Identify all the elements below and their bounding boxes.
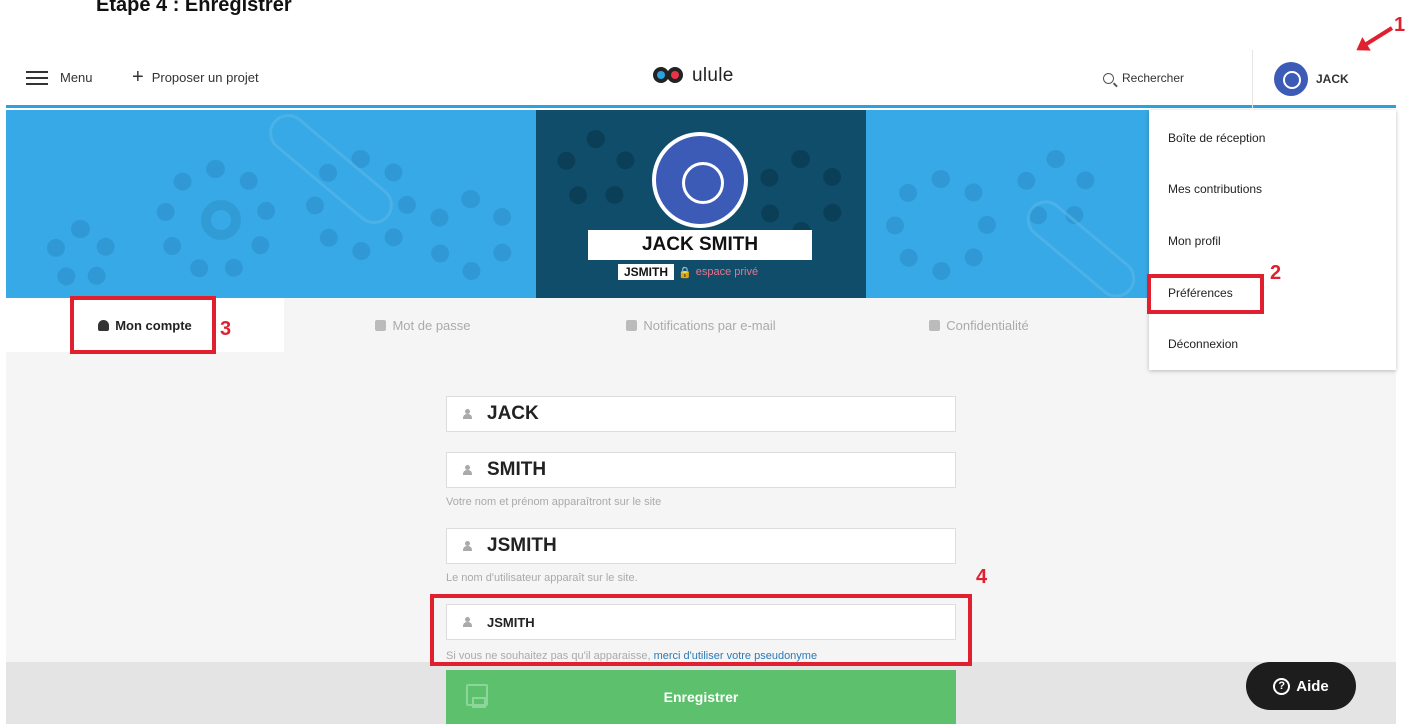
annotation-box-account-tab bbox=[70, 296, 216, 354]
umbrella-icon bbox=[929, 319, 941, 331]
propose-project-label: Proposer un projet bbox=[151, 69, 259, 85]
tab-notifications[interactable]: Notifications par e-mail bbox=[562, 298, 840, 352]
profile-avatar[interactable] bbox=[652, 132, 748, 228]
last-name-input[interactable] bbox=[487, 459, 927, 481]
lock-icon bbox=[375, 319, 387, 331]
annotation-box-pseudonym bbox=[430, 594, 972, 666]
profile-card: JACK SMITH JSMITH 🔒 espace privé bbox=[536, 110, 866, 298]
annotation-number-4: 4 bbox=[976, 566, 988, 588]
propose-project-button[interactable]: + Proposer un projet bbox=[132, 66, 259, 88]
logo-text: ulule bbox=[692, 65, 734, 86]
menu-item-contributions[interactable]: Mes contributions bbox=[1168, 182, 1262, 196]
menu-item-profile[interactable]: Mon profil bbox=[1168, 234, 1221, 248]
tab-label: Notifications par e-mail bbox=[643, 317, 776, 333]
gear-decoration bbox=[201, 200, 241, 240]
save-label: Enregistrer bbox=[663, 689, 739, 705]
last-name-field[interactable] bbox=[446, 452, 956, 488]
avatar bbox=[1274, 62, 1308, 96]
user-menu-button[interactable]: JACK bbox=[1274, 62, 1349, 96]
save-disk-icon bbox=[466, 684, 488, 708]
user-icon bbox=[462, 465, 472, 475]
name-hint: Votre nom et prénom apparaîtront sur le … bbox=[446, 496, 662, 508]
tab-label: Mot de passe bbox=[392, 317, 471, 333]
gear-decoration bbox=[886, 170, 996, 280]
tab-label: Confidentialité bbox=[946, 317, 1029, 333]
first-name-field[interactable] bbox=[446, 396, 956, 432]
gear-decoration bbox=[556, 130, 636, 210]
menu-label: Menu bbox=[60, 70, 93, 85]
help-icon: ? bbox=[1273, 677, 1291, 695]
gear-decoration bbox=[756, 150, 846, 240]
annotation-number-3: 3 bbox=[220, 318, 232, 340]
ulule-logo[interactable]: ulule bbox=[652, 64, 734, 88]
username-input[interactable] bbox=[487, 535, 927, 557]
profile-handle-row: JSMITH 🔒 espace privé bbox=[618, 264, 758, 280]
annotation-arrow bbox=[1360, 26, 1394, 49]
annotation-number-2: 2 bbox=[1270, 262, 1282, 284]
search-button[interactable]: Rechercher bbox=[1103, 71, 1184, 85]
username-field[interactable] bbox=[446, 528, 956, 564]
hamburger-icon bbox=[26, 70, 48, 85]
plus-icon: + bbox=[132, 66, 144, 88]
save-button[interactable]: Enregistrer bbox=[446, 670, 956, 724]
private-space-label: espace privé bbox=[695, 266, 759, 278]
help-label: Aide bbox=[1296, 677, 1329, 695]
profile-name: JACK SMITH bbox=[588, 230, 812, 260]
step-title: Etape 4 : Enregistrer bbox=[96, 0, 292, 16]
gear-decoration bbox=[426, 190, 516, 280]
lock-icon: 🔒 bbox=[678, 266, 692, 279]
top-nav: Menu + Proposer un projet ulule Recherch… bbox=[6, 50, 1396, 108]
annotation-number-1: 1 bbox=[1394, 14, 1406, 36]
search-label: Rechercher bbox=[1122, 71, 1185, 85]
bell-icon bbox=[626, 319, 638, 331]
user-icon bbox=[462, 541, 472, 551]
annotation-box-preferences bbox=[1147, 274, 1264, 314]
user-dropdown-menu: Boîte de réception Mes contributions Mon… bbox=[1149, 110, 1396, 370]
tab-confidentialite[interactable]: Confidentialité bbox=[840, 298, 1118, 352]
search-icon bbox=[1103, 72, 1114, 84]
menu-item-logout[interactable]: Déconnexion bbox=[1168, 337, 1238, 351]
menu-item-inbox[interactable]: Boîte de réception bbox=[1168, 131, 1265, 145]
profile-handle: JSMITH bbox=[618, 264, 675, 280]
tab-mot-de-passe[interactable]: Mot de passe bbox=[284, 298, 562, 352]
first-name-input[interactable] bbox=[487, 403, 927, 425]
menu-button[interactable]: Menu bbox=[26, 70, 93, 85]
username-hint: Le nom d'utilisateur apparaît sur le sit… bbox=[446, 572, 638, 584]
user-name: JACK bbox=[1316, 72, 1349, 86]
page: Etape 4 : Enregistrer Menu + Proposer un… bbox=[0, 0, 1418, 724]
gear-decoration bbox=[46, 220, 116, 290]
user-icon bbox=[462, 409, 472, 419]
help-button[interactable]: ? Aide bbox=[1246, 662, 1356, 710]
owl-icon bbox=[652, 64, 686, 88]
nav-divider bbox=[1252, 50, 1253, 108]
